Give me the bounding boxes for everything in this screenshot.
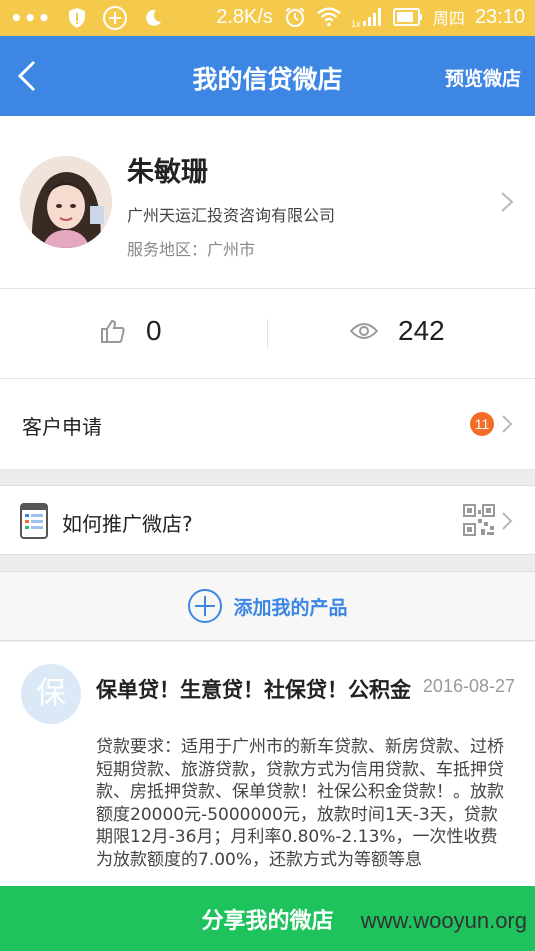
nav-bar: 我的信贷微店 预览微店 [0,36,535,116]
chevron-right-icon [501,192,514,212]
profile-company: 广州天运汇投资咨询有限公司 [127,206,336,225]
likes-count: 0 [146,315,162,346]
profile-region: 服务地区：广州市 [127,240,256,259]
profile-card[interactable]: 朱敏珊 广州天运汇投资咨询有限公司 服务地区：广州市 [0,116,535,289]
shield-icon [65,6,89,30]
profile-name: 朱敏珊 [127,157,208,188]
signal-icon: 1x [351,5,383,29]
add-product-label: 添加我的产品 [233,596,348,619]
customer-apply-row[interactable]: 客户申请 11 [0,379,535,469]
stats-row: 0 242 [0,289,535,379]
product-avatar: 保 [21,664,81,724]
watermark: www.wooyun.org [360,908,527,933]
chevron-right-icon [502,512,513,530]
wifi-icon [317,5,341,29]
views-stat[interactable]: 242 [350,315,445,347]
phone-list-icon [20,503,48,539]
network-label: 1x [350,19,361,29]
notification-dots: ••• [10,6,52,30]
product-date: 2016-08-27 [422,676,515,696]
likes-stat[interactable]: 0 [100,315,162,347]
preview-shop-button[interactable]: 预览微店 [445,64,521,91]
battery-icon [392,5,423,29]
alarm-icon [283,5,307,29]
thumbs-up-icon [101,319,125,343]
views-count: 242 [398,315,445,346]
product-description: 贷款要求：适用于广州市的新车贷款、新房贷款、过桥短期贷款、旅游贷款，贷款方式为信… [96,737,504,870]
status-bar: ••• 2.8K/s 1x 周四 23:10 [0,0,535,36]
promote-shop-row[interactable]: 如何推广微店? [0,485,535,555]
customer-apply-label: 客户申请 [22,415,102,439]
qr-code-icon [463,504,495,536]
avatar [20,156,112,248]
chevron-right-icon [502,415,513,433]
net-speed: 2.8K/s [216,5,273,28]
moon-icon [141,6,165,30]
product-card[interactable]: 保 2016-08-27 保单贷！生意贷！社保贷！公积金 贷款要求：适用于广州市… [0,642,535,892]
promote-shop-label: 如何推广微店? [62,512,193,536]
plus-circle-icon [188,589,223,623]
product-title: 保单贷！生意贷！社保贷！公积金 [96,678,411,702]
apply-count-badge: 11 [470,412,494,436]
plus-circle-icon [103,6,128,30]
add-product-button[interactable]: 添加我的产品 [0,571,535,641]
eye-icon [350,323,378,339]
status-time: 23:10 [474,5,525,28]
status-day: 周四 [432,9,465,28]
stats-divider [267,319,268,349]
